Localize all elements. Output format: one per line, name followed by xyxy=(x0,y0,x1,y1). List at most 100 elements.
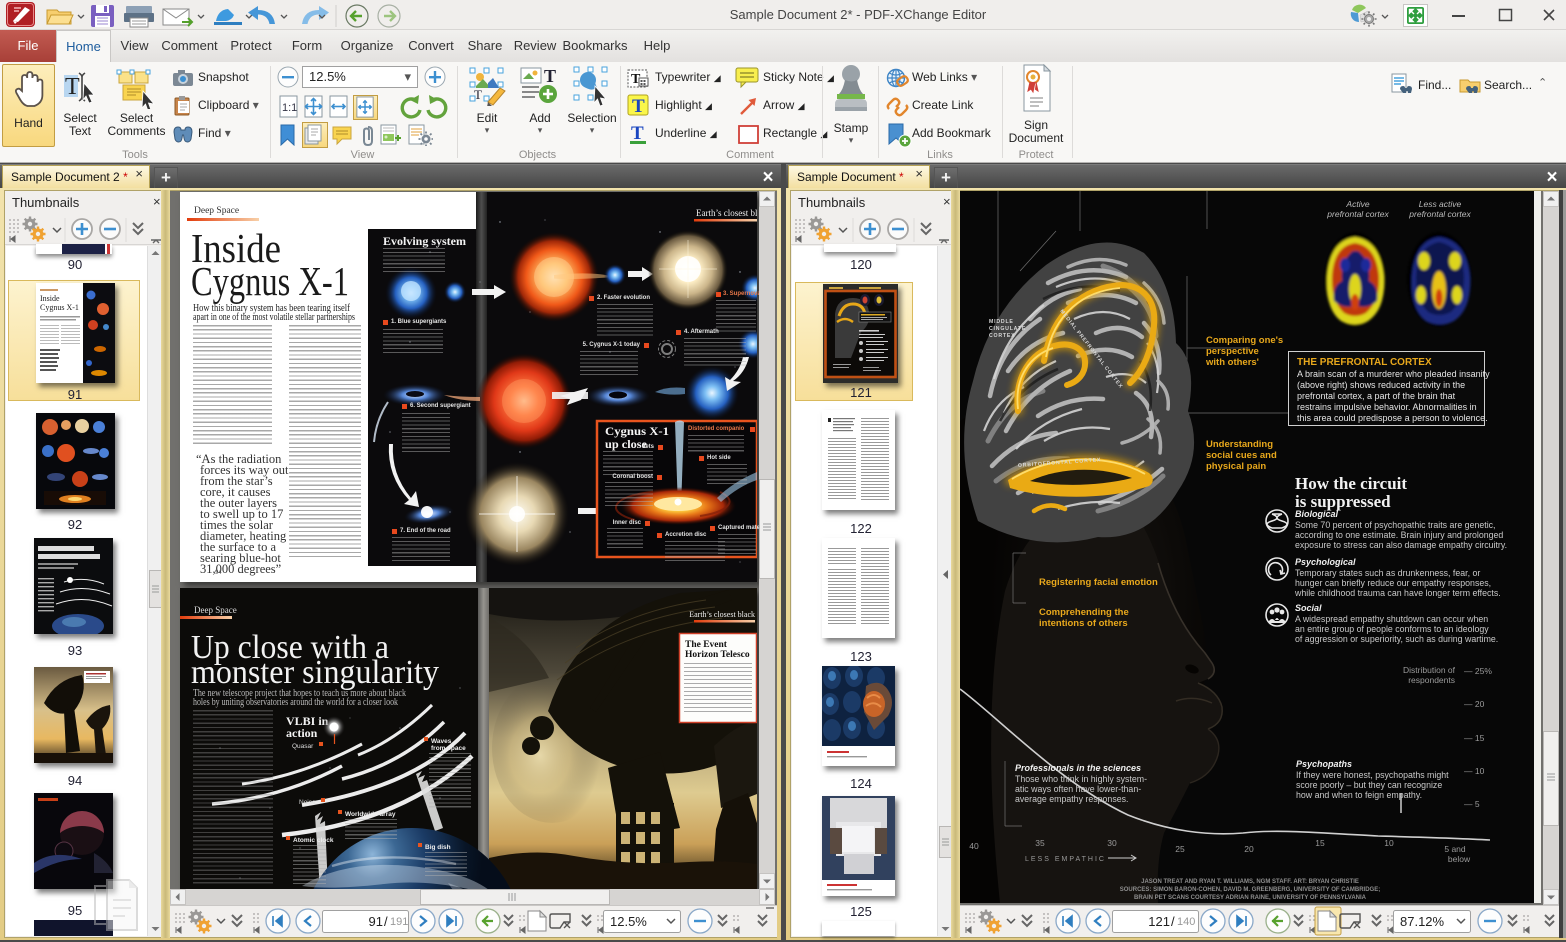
svg-text:Worldwide array: Worldwide array xyxy=(345,811,396,818)
svg-text:94: 94 xyxy=(215,570,222,576)
svg-text:JASON TREAT AND RYAN T. WILLIA: JASON TREAT AND RYAN T. WILLIAMS, NGM ST… xyxy=(1141,879,1359,885)
svg-text:T: T xyxy=(631,123,644,144)
svg-text:of aggression or superiority,: of aggression or superiority, such as du… xyxy=(1295,634,1498,644)
svg-text:MIDDLE: MIDDLE xyxy=(989,319,1014,325)
svg-text:Deep Space: Deep Space xyxy=(194,206,239,216)
svg-text:Quasar: Quasar xyxy=(292,743,314,750)
svg-text:hunger can briefly reduce our: hunger can briefly reduce our empathy re… xyxy=(1295,578,1491,588)
svg-text:monster singularity: monster singularity xyxy=(191,654,439,691)
svg-text:Earth’s closest black: Earth’s closest black xyxy=(689,610,755,619)
svg-text:Cygnus X-1: Cygnus X-1 xyxy=(40,303,79,312)
svg-text:this area could predispose a p: this area could predispose a person to v… xyxy=(1297,413,1488,423)
svg-text:87.12%: 87.12% xyxy=(1400,914,1445,929)
svg-text:20: 20 xyxy=(1244,844,1254,854)
svg-text:Psychopaths: Psychopaths xyxy=(1296,759,1352,769)
svg-text:atic ways often have lower-tha: atic ways often have lower-than- xyxy=(1015,784,1141,794)
svg-text:Cygnus X-1: Cygnus X-1 xyxy=(191,258,349,304)
svg-text:below: below xyxy=(1448,854,1471,864)
svg-text:If they were honest, psychopat: If they were honest, psychopaths might xyxy=(1296,770,1449,780)
svg-text:15: 15 xyxy=(1315,838,1325,848)
svg-text:30: 30 xyxy=(1107,838,1117,848)
svg-text:Understanding: Understanding xyxy=(1206,439,1273,450)
svg-text:Registering facial emotion: Registering facial emotion xyxy=(1039,577,1158,588)
svg-text:while childhood trauma can hav: while childhood trauma can have longer t… xyxy=(1294,588,1501,598)
svg-text:12.5%: 12.5% xyxy=(610,914,647,929)
svg-text:T: T xyxy=(632,96,645,117)
svg-text:121: 121 xyxy=(1148,914,1170,929)
svg-text:from space: from space xyxy=(431,745,466,752)
svg-text:T: T xyxy=(474,87,482,102)
svg-text:physical pain: physical pain xyxy=(1206,461,1266,472)
svg-text:Atomic clock: Atomic clock xyxy=(293,837,334,844)
svg-text:/: / xyxy=(1171,914,1175,929)
svg-text:social cues and: social cues and xyxy=(1206,450,1277,461)
svg-text:Comprehending the: Comprehending the xyxy=(1039,607,1129,618)
svg-text:CINGULATE: CINGULATE xyxy=(989,326,1026,332)
svg-text:how and when to feign empathy.: how and when to feign empathy. xyxy=(1296,790,1422,800)
svg-text:restrains impulsive behavior.: restrains impulsive behavior. Abnormalit… xyxy=(1297,402,1477,412)
svg-text:intentions of others: intentions of others xyxy=(1039,618,1128,629)
svg-text:140: 140 xyxy=(1177,916,1195,928)
svg-text:Biological: Biological xyxy=(1295,509,1339,519)
svg-text:How the circuit: How the circuit xyxy=(1295,474,1407,493)
svg-text:Comparing one's: Comparing one's xyxy=(1206,335,1283,346)
svg-text:BRAIN PET SCANS COURTESY ADRIA: BRAIN PET SCANS COURTESY ADRIAN RAINE, U… xyxy=(1134,895,1367,901)
svg-text:LESS EMPATHIC: LESS EMPATHIC xyxy=(1025,856,1106,863)
svg-text:according to one estimate. Bra: according to one estimate. Brain injury … xyxy=(1295,530,1503,540)
svg-text:respondents: respondents xyxy=(1408,675,1455,685)
svg-text:score poorly – but they can re: score poorly – but they can recognize xyxy=(1296,780,1442,790)
svg-text:action: action xyxy=(286,726,318,740)
svg-text:5 and: 5 and xyxy=(1444,844,1466,854)
svg-text:— 20: — 20 xyxy=(1464,699,1485,709)
svg-text:Psychological: Psychological xyxy=(1295,557,1356,567)
svg-text:/: / xyxy=(384,914,388,929)
svg-text:prefrontal cortex: prefrontal cortex xyxy=(1408,209,1471,219)
svg-text:Social: Social xyxy=(1295,603,1322,613)
svg-text:Professionals in the sciences: Professionals in the sciences xyxy=(1015,763,1141,773)
svg-text:A widespread empathy shutdown: A widespread empathy shutdown can occur … xyxy=(1295,614,1488,624)
svg-text:Temporary states such as drunk: Temporary states such as drunkenness, fe… xyxy=(1295,568,1480,578)
svg-text:prefrontal cortex, a part of t: prefrontal cortex, a part of the brain t… xyxy=(1297,391,1456,401)
svg-text:35: 35 xyxy=(1035,838,1045,848)
svg-text:Active: Active xyxy=(1345,199,1369,209)
svg-text:40: 40 xyxy=(969,841,979,851)
svg-text:an entire group of people conf: an entire group of people conforms to an… xyxy=(1295,624,1489,634)
svg-text:Distribution of: Distribution of xyxy=(1403,665,1456,675)
svg-text:T: T xyxy=(65,74,80,100)
svg-text:Cygnus X-1: Cygnus X-1 xyxy=(605,424,669,438)
svg-text:T: T xyxy=(544,66,556,86)
svg-text:holes by uniting observatories: holes by uniting observatories around th… xyxy=(193,697,398,708)
svg-text:Those who think in highly syst: Those who think in highly system- xyxy=(1015,774,1147,784)
svg-text:91: 91 xyxy=(369,914,383,929)
svg-text:1:1: 1:1 xyxy=(282,102,297,114)
svg-text:with others': with others' xyxy=(1205,357,1259,368)
svg-text:Big dish: Big dish xyxy=(425,844,451,851)
svg-text:Evolving system: Evolving system xyxy=(383,234,466,248)
svg-text:CORTEX: CORTEX xyxy=(989,333,1015,339)
svg-text:Some 70 percent of psychopathi: Some 70 percent of psychopathic traits a… xyxy=(1295,520,1496,530)
svg-text:— 10: — 10 xyxy=(1464,766,1485,776)
svg-text:Deep Space: Deep Space xyxy=(194,605,237,615)
svg-text:— 5: — 5 xyxy=(1464,799,1480,809)
svg-text:Waves: Waves xyxy=(431,738,452,745)
svg-text:Horizon Telesco: Horizon Telesco xyxy=(685,650,750,660)
svg-text:average empathy responses.: average empathy responses. xyxy=(1015,794,1128,804)
svg-text:10: 10 xyxy=(1384,838,1394,848)
svg-text:exposure to stress can also da: exposure to stress can also damage empat… xyxy=(1295,540,1507,550)
svg-text:perspective: perspective xyxy=(1206,346,1259,357)
svg-text:SOURCES: SIMON BARON-COHEN, DA: SOURCES: SIMON BARON-COHEN, DAVID M. GRE… xyxy=(1120,887,1380,893)
svg-text:Inside: Inside xyxy=(40,294,60,303)
svg-text:— 15: — 15 xyxy=(1464,733,1485,743)
svg-text:Earth’s closest black: Earth’s closest black xyxy=(696,208,757,218)
svg-text:191: 191 xyxy=(390,916,408,928)
svg-text:prefrontal cortex: prefrontal cortex xyxy=(1326,209,1389,219)
svg-text:25: 25 xyxy=(1175,844,1185,854)
svg-text:A brain scan of a murderer who: A brain scan of a murderer who pleaded i… xyxy=(1297,369,1490,379)
svg-text:(above right) shows reduced ac: (above right) shows reduced activity in … xyxy=(1297,380,1465,390)
svg-text:— 25%: — 25% xyxy=(1464,666,1492,676)
svg-text:apart in one of the most volat: apart in one of the most volatile stella… xyxy=(193,312,355,323)
svg-text:31,000 degrees”: 31,000 degrees” xyxy=(200,562,281,576)
svg-text:The Event: The Event xyxy=(685,640,728,650)
svg-text:THE PREFRONTAL CORTEX: THE PREFRONTAL CORTEX xyxy=(1297,357,1432,368)
svg-text:Noise: Noise xyxy=(299,799,316,806)
